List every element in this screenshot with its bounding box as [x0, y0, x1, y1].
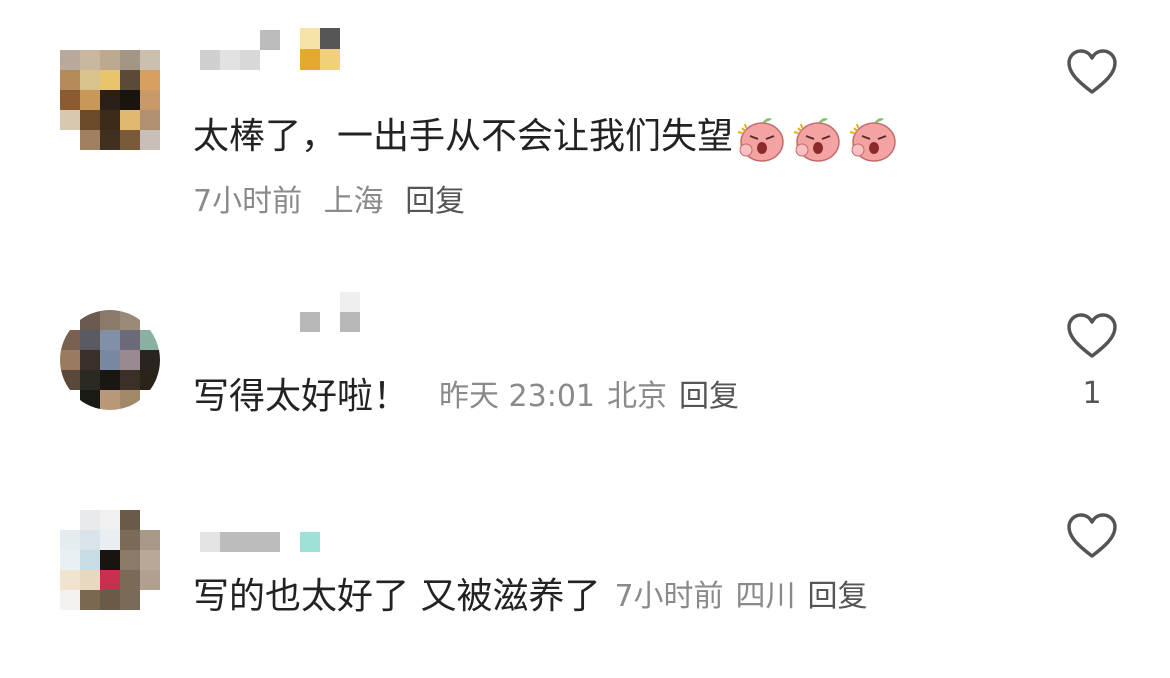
username-redacted[interactable] [200, 530, 320, 552]
heart-outline-icon [1067, 513, 1117, 558]
comment-time: 7小时前 [193, 184, 303, 219]
angry-peach-emoji [735, 110, 789, 164]
comment-time: 7小时前 [614, 579, 724, 614]
like-count: 1 [1082, 376, 1102, 411]
comment-time: 昨天 23:01 [439, 379, 596, 414]
heart-outline-icon [1067, 49, 1117, 94]
comment-location: 上海 [323, 184, 384, 219]
comment-text: 写得太好啦！ [193, 376, 410, 417]
reply-button[interactable]: 回复 [405, 184, 465, 219]
comment-meta: 7小时前 上海 回复 [193, 182, 465, 222]
comment-text-row: 写得太好啦！ 昨天 23:01 北京 回复 [193, 375, 739, 419]
avatar[interactable] [60, 510, 160, 610]
comment-text: 太棒了，一出手从不会让我们失望 [193, 116, 734, 157]
comment-location: 北京 [607, 379, 668, 414]
like-button[interactable] [1066, 512, 1118, 560]
comment-location: 四川 [735, 579, 796, 614]
reply-button[interactable]: 回复 [679, 375, 739, 419]
avatar[interactable] [60, 50, 160, 150]
angry-peach-emoji [791, 110, 845, 164]
angry-peach-emoji [847, 110, 901, 164]
comment-text: 写的也太好了 又被滋养了 [193, 576, 601, 617]
avatar[interactable] [60, 310, 160, 410]
comment-text-row: 写的也太好了 又被滋养了 7小时前 四川 回复 [193, 575, 868, 619]
reply-button[interactable]: 回复 [808, 575, 868, 619]
username-redacted[interactable] [300, 292, 360, 332]
heart-outline-icon [1067, 313, 1117, 358]
like-button[interactable] [1066, 48, 1118, 96]
comment-item: 太棒了，一出手从不会让我们失望 7小时前 上海 回复 [0, 0, 1170, 230]
username-redacted[interactable] [200, 28, 340, 70]
comment-text-row: 太棒了，一出手从不会让我们失望 [193, 110, 901, 164]
comment-item: 写的也太好了 又被滋养了 7小时前 四川 回复 [0, 450, 1170, 678]
comment-item: 写得太好啦！ 昨天 23:01 北京 回复 1 [0, 230, 1170, 450]
like-button[interactable] [1066, 312, 1118, 360]
